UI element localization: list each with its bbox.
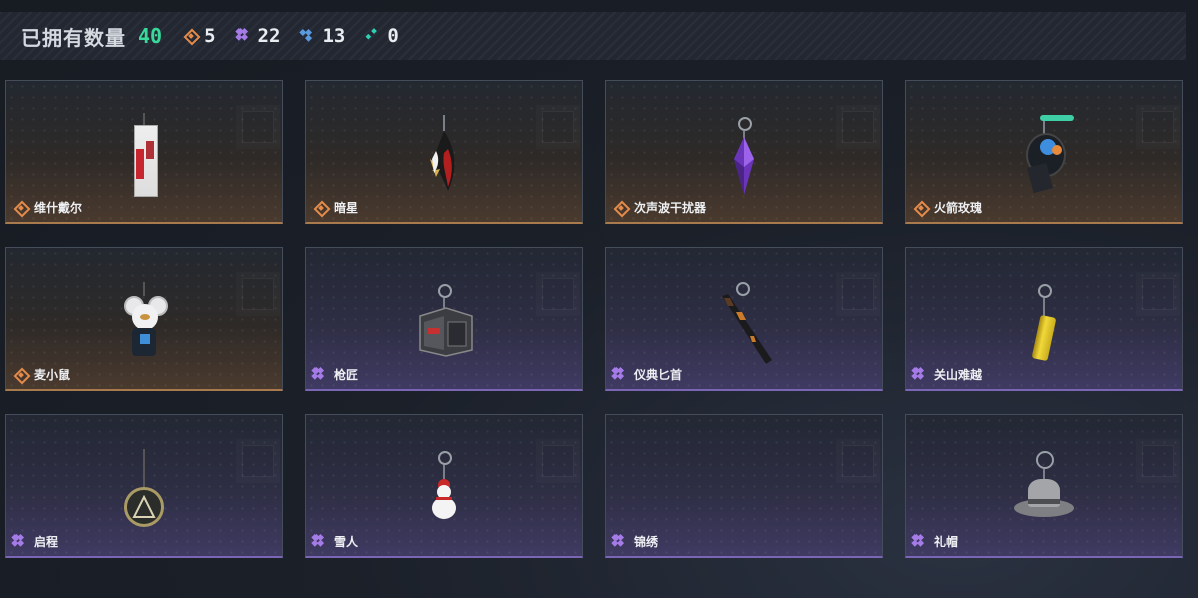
purple-cluster-icon	[14, 535, 28, 549]
charm-card[interactable]: 仪典匕首	[605, 247, 883, 391]
purple-cluster-icon	[314, 368, 328, 382]
charm-card[interactable]: 火箭玫瑰	[905, 80, 1183, 224]
orange-diamond-icon	[314, 201, 328, 215]
charm-card[interactable]: 次声波干扰器	[605, 80, 883, 224]
charm-card[interactable]: 礼帽	[905, 414, 1183, 558]
charm-name: 锦绣	[634, 535, 659, 549]
charm-name: 枪匠	[334, 368, 359, 382]
charm-card[interactable]: 暗星	[305, 80, 583, 224]
inventory-header: 已拥有数量 40 5 22 13 0	[0, 12, 1186, 60]
stat-purple-value: 22	[257, 25, 281, 47]
charm-name: 暗星	[334, 201, 359, 215]
orange-diamond-icon	[184, 29, 198, 43]
charm-card[interactable]: 枪匠	[305, 247, 583, 391]
teal-dots-icon	[367, 29, 381, 43]
charm-name: 关山难越	[934, 368, 983, 382]
purple-cluster-icon	[614, 535, 628, 549]
charm-name: 麦小鼠	[34, 368, 71, 382]
purple-cluster-icon	[314, 535, 328, 549]
charm-card[interactable]: 锦绣	[605, 414, 883, 558]
purple-cluster-icon	[614, 368, 628, 382]
stat-purple: 22	[238, 25, 281, 47]
charm-name: 启程	[34, 535, 59, 549]
purple-cluster-icon	[914, 368, 928, 382]
orange-diamond-icon	[614, 201, 628, 215]
purple-cluster-icon	[914, 535, 928, 549]
blue-cluster-icon	[302, 29, 316, 43]
purple-cluster-icon	[238, 29, 252, 43]
stat-teal-value: 0	[387, 25, 399, 47]
charm-card[interactable]: 关山难越	[905, 247, 1183, 391]
orange-diamond-icon	[14, 201, 28, 215]
charm-name: 雪人	[334, 535, 359, 549]
stat-teal: 0	[367, 25, 398, 47]
charm-name: 次声波干扰器	[634, 201, 707, 215]
charm-card[interactable]: 麦小鼠	[5, 247, 283, 391]
charm-name: 维什戴尔	[34, 201, 83, 215]
charm-card[interactable]: 启程	[5, 414, 283, 558]
charm-name: 礼帽	[934, 535, 959, 549]
stat-blue: 13	[302, 25, 345, 47]
charm-card[interactable]: 雪人	[305, 414, 583, 558]
stat-orange: 5	[184, 25, 215, 47]
owned-count-label: 已拥有数量	[21, 27, 126, 50]
charm-name: 仪典匕首	[634, 368, 683, 382]
stat-orange-value: 5	[204, 25, 216, 47]
owned-count-value: 40	[138, 24, 163, 48]
stat-blue-value: 13	[322, 25, 346, 47]
charm-card[interactable]: 维什戴尔	[5, 80, 283, 224]
orange-diamond-icon	[914, 201, 928, 215]
charm-name: 火箭玫瑰	[934, 201, 983, 215]
orange-diamond-icon	[14, 368, 28, 382]
